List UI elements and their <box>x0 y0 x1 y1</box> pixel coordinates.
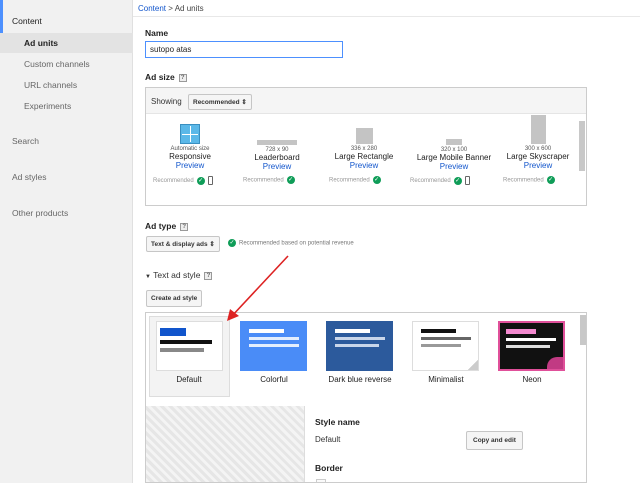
sidebar-item-experiments[interactable]: Experiments <box>0 96 133 116</box>
check-icon: ✓ <box>453 176 462 185</box>
name-input[interactable] <box>145 41 343 58</box>
recommended-badge: Recommended ✓ <box>410 176 470 185</box>
style-preview-area <box>146 406 304 482</box>
help-icon[interactable]: ? <box>204 271 213 280</box>
text-ad-style-toggle[interactable]: ▼ Text ad style? <box>145 270 213 280</box>
showing-select[interactable]: Recommended ⇕ <box>188 94 252 110</box>
sidebar-item-ad-styles[interactable]: Ad styles <box>0 172 133 182</box>
preview-link[interactable]: Preview <box>408 162 500 171</box>
style-thumb-neon[interactable] <box>498 321 565 371</box>
preview-link[interactable]: Preview <box>498 161 578 170</box>
recommended-text: Recommended <box>503 177 544 184</box>
sidebar: Content Ad units Custom channels URL cha… <box>0 0 133 483</box>
showing-select-value: Recommended <box>193 99 240 106</box>
ad-type-label: Ad type? <box>145 221 189 231</box>
breadcrumb-content-link[interactable]: Content <box>138 4 166 13</box>
sidebar-item-url-channels[interactable]: URL channels <box>0 75 133 95</box>
ad-size-label-text: Ad size <box>145 72 175 82</box>
recommended-text: Recommended <box>243 177 284 184</box>
recommended-text: Recommended <box>153 178 194 185</box>
leaderboard-preview-shape <box>257 140 297 145</box>
size-name: Large Rectangle <box>334 152 394 161</box>
style-name-minimalist: Minimalist <box>428 375 464 384</box>
create-ad-style-button[interactable]: Create ad style <box>146 290 203 307</box>
showing-label: Showing <box>151 97 182 106</box>
ad-size-label: Ad size? <box>145 72 187 82</box>
style-thumb-minimalist[interactable] <box>412 321 479 371</box>
main-content: Content > Ad units Name Ad size? Showing… <box>133 0 640 483</box>
border-color-swatch[interactable] <box>316 479 326 482</box>
sort-arrows-icon: ⇕ <box>241 99 247 106</box>
divider <box>133 16 640 17</box>
divider <box>304 406 305 482</box>
copy-and-edit-button[interactable]: Copy and edit <box>466 431 523 450</box>
style-name-default: Default <box>176 375 202 384</box>
mobile-banner-preview-shape <box>446 139 462 145</box>
recommended-text: Recommended <box>410 178 451 185</box>
recommended-badge: Recommended ✓ <box>329 176 381 184</box>
preview-link[interactable]: Preview <box>236 162 318 171</box>
sidebar-item-other-products[interactable]: Other products <box>0 208 133 218</box>
breadcrumb: Content > Ad units <box>138 4 204 13</box>
style-thumb-colorful[interactable] <box>240 321 307 371</box>
check-icon: ✓ <box>286 176 295 184</box>
responsive-icon <box>180 124 200 144</box>
adsense-ad-unit-page: Content Ad units Custom channels URL cha… <box>0 0 640 483</box>
sidebar-item-content[interactable]: Content <box>0 0 133 34</box>
style-name-label: Style name <box>315 417 360 427</box>
mobile-icon <box>464 176 470 185</box>
style-thumb-default <box>156 321 223 371</box>
sidebar-item-search[interactable]: Search <box>0 136 133 146</box>
border-label: Border <box>315 463 343 473</box>
check-icon: ✓ <box>228 239 236 247</box>
help-icon[interactable]: ? <box>180 222 189 231</box>
scrollbar[interactable] <box>579 121 585 171</box>
preview-link[interactable]: Preview <box>150 161 230 170</box>
breadcrumb-current: Ad units <box>174 4 204 13</box>
check-icon: ✓ <box>196 176 205 185</box>
ad-size-header: Showing Recommended ⇕ <box>146 88 586 114</box>
size-name: Large Mobile Banner <box>416 153 492 162</box>
recommended-badge: Recommended ✓ <box>243 176 295 184</box>
style-name-colorful: Colorful <box>260 375 288 384</box>
size-name: Leaderboard <box>254 153 300 162</box>
ad-type-value: Text & display ads <box>151 241 208 248</box>
recommended-badge: Recommended ✓ <box>503 176 555 184</box>
sidebar-item-custom-channels[interactable]: Custom channels <box>0 54 133 74</box>
name-label: Name <box>145 28 169 38</box>
check-icon: ✓ <box>372 176 381 184</box>
sidebar-item-ad-units[interactable]: Ad units <box>0 33 133 53</box>
ad-type-label-text: Ad type <box>145 221 177 231</box>
text-ad-style-label: Text ad style <box>153 270 201 280</box>
rectangle-preview-shape <box>355 128 373 144</box>
recommended-badge: Recommended ✓ <box>153 176 213 185</box>
skyscraper-preview-shape <box>530 115 546 144</box>
help-icon[interactable]: ? <box>178 73 187 82</box>
ad-styles-panel: Default Colorful Dark blue reverse Minim… <box>145 312 587 483</box>
ad-size-panel: Showing Recommended ⇕ Automatic size Res… <box>145 87 587 206</box>
check-icon: ✓ <box>546 176 555 184</box>
breadcrumb-separator: > <box>166 4 175 13</box>
recommended-text: Recommended <box>329 177 370 184</box>
style-name-dark-blue-reverse: Dark blue reverse <box>328 375 392 384</box>
sort-arrows-icon: ⇕ <box>209 241 215 248</box>
ad-type-select[interactable]: Text & display ads ⇕ <box>146 236 220 252</box>
ad-type-note-text: Recommended based on potential revenue <box>239 240 354 247</box>
size-name: Large Skyscraper <box>506 152 570 161</box>
style-name-value: Default <box>315 435 341 444</box>
collapse-arrow-icon: ▼ <box>145 274 151 280</box>
style-name-neon: Neon <box>522 375 542 384</box>
preview-link[interactable]: Preview <box>322 161 406 170</box>
style-thumb-dark-blue-reverse[interactable] <box>326 321 393 371</box>
ad-type-note: ✓ Recommended based on potential revenue <box>228 239 354 247</box>
scrollbar[interactable] <box>580 315 586 345</box>
size-name: Responsive <box>169 152 211 161</box>
mobile-icon <box>207 176 213 185</box>
